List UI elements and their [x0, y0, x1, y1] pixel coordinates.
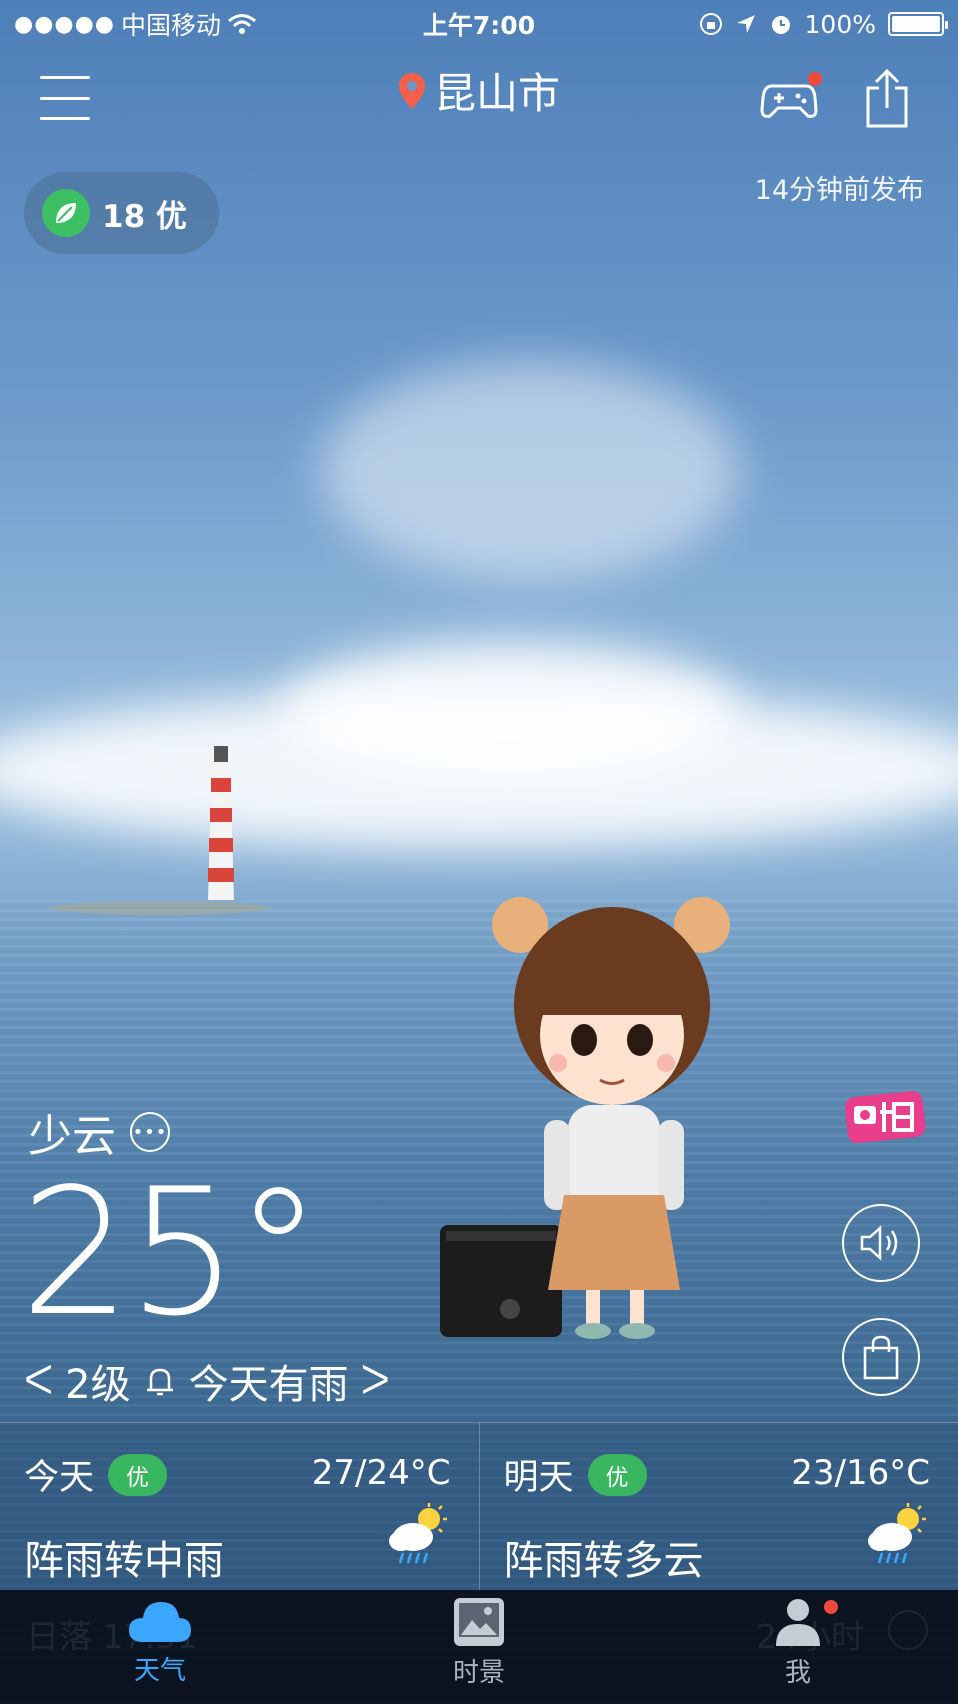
more-icon[interactable]: ••• [130, 1112, 170, 1152]
chevron-right-icon: ᐳ [360, 1358, 390, 1404]
share-icon [866, 68, 908, 128]
game-button[interactable] [760, 68, 822, 126]
chevron-down-icon [888, 1610, 928, 1650]
tab-label: 我 [784, 1658, 811, 1688]
voice-broadcast-button[interactable] [842, 1204, 920, 1282]
forecast-today[interactable]: 今天 优 27/24°C 阵雨转中雨 [0, 1423, 479, 1590]
air-quality-pill[interactable]: 18 优 [24, 172, 219, 254]
person-icon [776, 1599, 820, 1646]
tab-me[interactable]: 我 [718, 1596, 878, 1689]
tab-scenery[interactable]: 时景 [399, 1596, 559, 1689]
forecast-strip: 今天 优 27/24°C 阵雨转中雨 明天 优 23/16°C 阵雨转多云 [0, 1422, 958, 1590]
shop-button[interactable] [842, 1318, 920, 1396]
status-bar: ●●●●● 中国移动 上午7:00 100% [0, 0, 958, 48]
forecast-tomorrow[interactable]: 明天 优 23/16°C 阵雨转多云 [478, 1423, 958, 1590]
aqi-badge: 优 [587, 1453, 647, 1496]
tab-bar: 日落 17:51 24小时 天气 时景 我 [0, 1590, 958, 1704]
notification-dot [808, 72, 822, 86]
cloud [320, 360, 740, 580]
clock: 上午7:00 [422, 11, 536, 40]
city-name: 昆山市 [433, 69, 560, 118]
wind-level: 2级 [65, 1362, 131, 1408]
sun-rain-icon [388, 1503, 447, 1564]
lighthouse-illustration [50, 746, 270, 915]
tab-weather[interactable]: 天气 [80, 1596, 240, 1687]
shopping-bag-icon [863, 1335, 899, 1380]
forecast-temp: 27/24°C [311, 1453, 451, 1493]
sun-rain-icon [868, 1503, 926, 1564]
bell-icon [146, 1368, 173, 1396]
notification-dot [824, 1600, 838, 1614]
cloud [280, 640, 740, 780]
leaf-icon [42, 189, 90, 237]
tab-label: 时景 [452, 1658, 505, 1688]
current-temperature: 25° [20, 1152, 322, 1355]
location-pin-icon [398, 72, 425, 109]
girl-mascot-illustration [440, 897, 730, 1339]
tab-label: 天气 [133, 1656, 186, 1686]
share-button[interactable] [862, 68, 920, 128]
aqi-value: 18 优 [102, 198, 187, 235]
photo-pai-badge-icon[interactable] [844, 1088, 926, 1144]
picture-icon [454, 1598, 504, 1646]
forecast-day: 明天 [503, 1458, 574, 1498]
speaker-icon [860, 1225, 898, 1261]
publish-time: 14分钟前发布 [754, 175, 924, 206]
weather-alert: 今天有雨 [188, 1362, 349, 1408]
forecast-day: 今天 [24, 1458, 95, 1498]
forecast-temp: 23/16°C [791, 1453, 930, 1493]
chevron-left-icon: ᐸ [24, 1358, 54, 1404]
header: 昆山市 [0, 58, 958, 138]
wind-alert-row[interactable]: ᐸ 2级 今天有雨 ᐳ [24, 1352, 390, 1410]
cloud-icon [129, 1602, 191, 1642]
aqi-badge: 优 [108, 1453, 168, 1496]
battery-icon [888, 12, 948, 36]
